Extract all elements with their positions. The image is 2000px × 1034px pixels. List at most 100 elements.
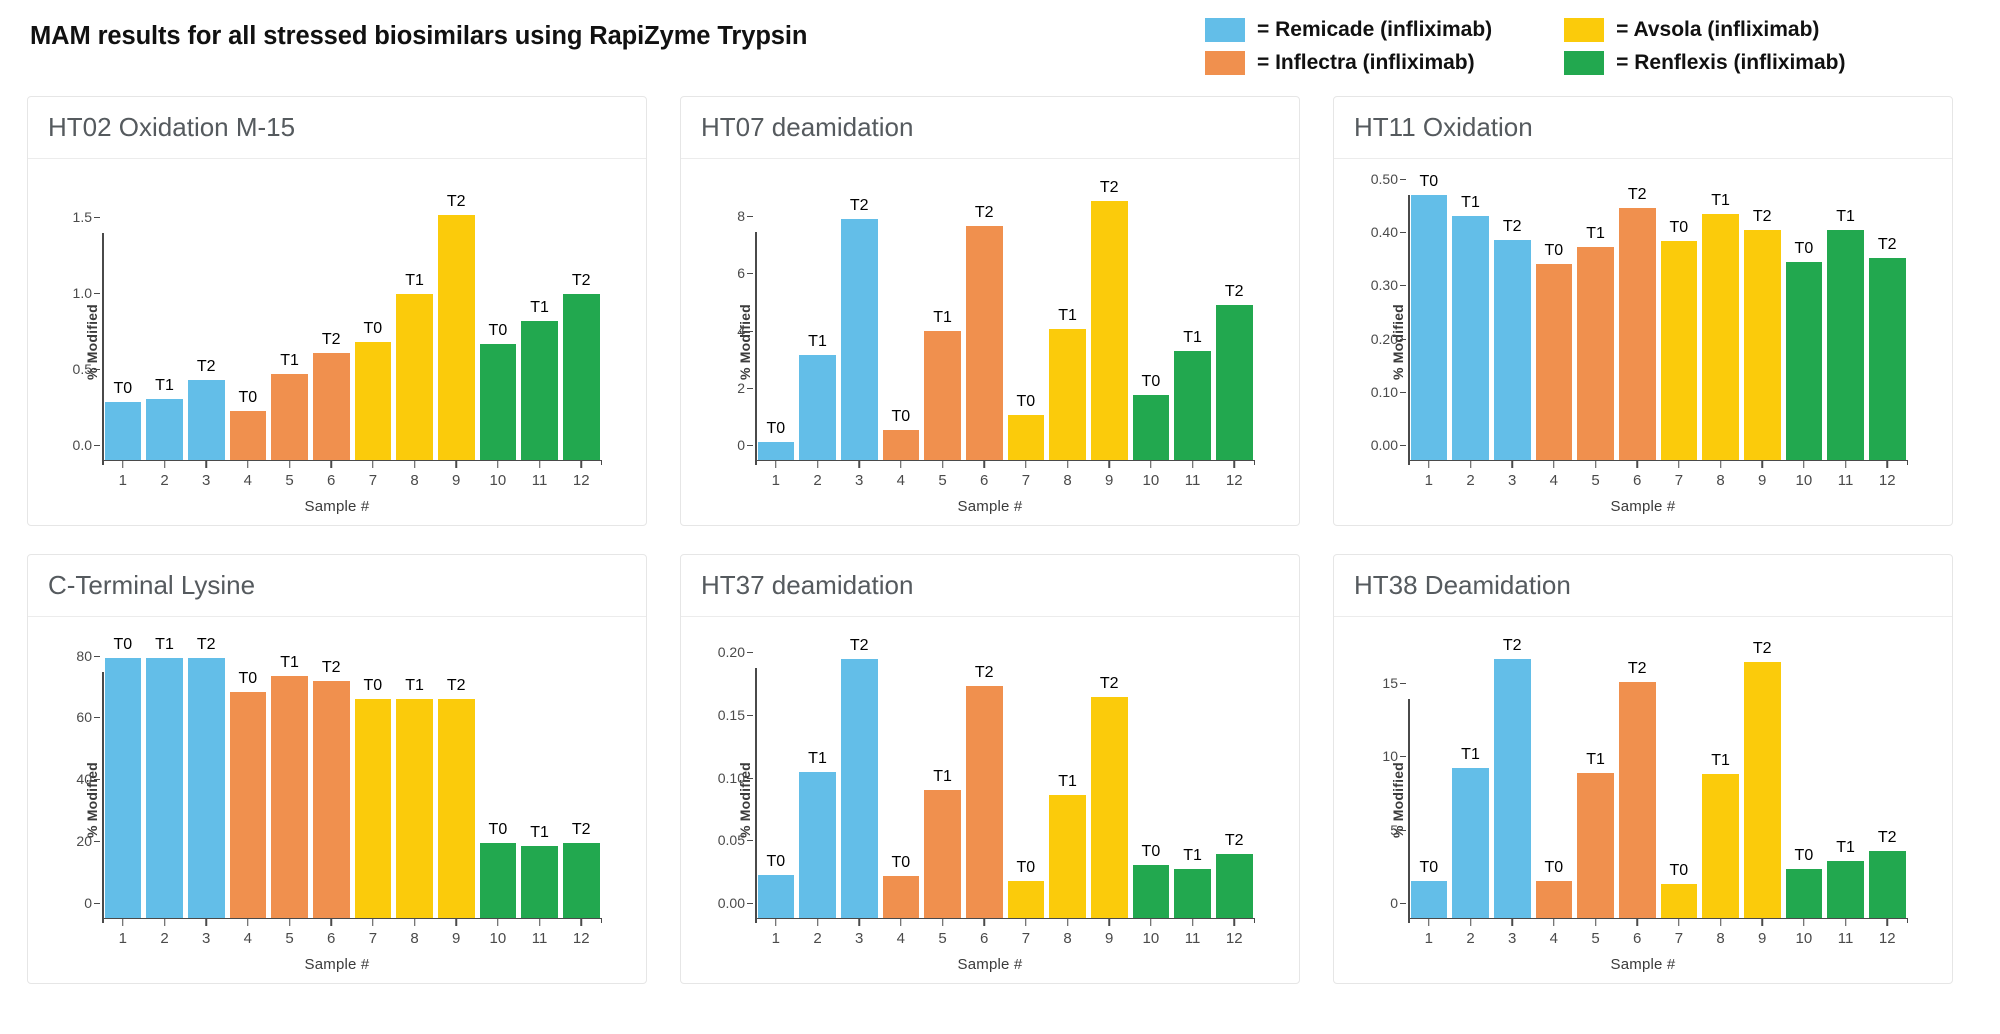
bar[interactable]	[1049, 794, 1086, 919]
bar[interactable]	[757, 442, 795, 461]
bar[interactable]	[146, 398, 183, 461]
y-tick-label: 10	[1382, 748, 1406, 765]
bar[interactable]	[1007, 415, 1045, 461]
bar-slot: T0	[1408, 653, 1450, 919]
bar[interactable]	[924, 789, 961, 919]
bar[interactable]	[354, 342, 392, 461]
bar[interactable]	[104, 401, 142, 461]
bar[interactable]	[924, 330, 961, 461]
x-tick: 10	[477, 461, 519, 489]
x-tick-mark	[1066, 461, 1069, 468]
bar[interactable]	[1049, 329, 1086, 461]
bar-slot: T0	[755, 195, 797, 461]
bar[interactable]	[562, 843, 600, 919]
x-tick-label: 8	[410, 930, 419, 947]
chart-body: % Modified Sample #0.00 0.05 0.10 0.15 0.20 T0…	[681, 617, 1299, 983]
bar[interactable]	[1410, 880, 1448, 919]
x-tick: 12	[560, 919, 602, 947]
bar[interactable]	[757, 875, 795, 919]
bar[interactable]	[1743, 661, 1781, 919]
x-tick-mark	[1191, 461, 1194, 468]
bar[interactable]	[1535, 880, 1573, 919]
bar[interactable]	[1743, 229, 1781, 461]
bar-value-label: T2	[1224, 283, 1244, 301]
bar[interactable]	[271, 374, 308, 461]
bar[interactable]	[187, 657, 225, 919]
y-tick-label: 0.5	[72, 361, 101, 377]
bar[interactable]	[1868, 258, 1906, 461]
bar[interactable]	[1660, 240, 1698, 461]
bar[interactable]	[1410, 195, 1448, 461]
bar[interactable]	[1174, 350, 1211, 461]
bar[interactable]	[882, 429, 920, 461]
x-tick-label: 1	[771, 472, 780, 489]
bar-slot: T0	[477, 653, 519, 919]
x-axis-ticks: 1 2 3 4 5 6 7 8 9 10 11 12	[1408, 919, 1908, 947]
bar[interactable]	[521, 846, 558, 919]
bar[interactable]	[840, 659, 878, 919]
bar[interactable]	[1827, 229, 1864, 461]
bar-value-label: T2	[571, 271, 591, 289]
bar[interactable]	[1007, 881, 1045, 919]
bar[interactable]	[229, 691, 267, 919]
bar[interactable]	[1702, 213, 1739, 461]
bar[interactable]	[1660, 883, 1698, 919]
bar[interactable]	[1132, 395, 1170, 461]
bar[interactable]	[882, 876, 920, 919]
bar[interactable]	[396, 699, 433, 919]
bar[interactable]	[1090, 696, 1128, 919]
legend-label-remicade: = Remicade (infliximab)	[1257, 18, 1493, 41]
bar[interactable]	[1618, 682, 1656, 919]
x-tick-mark	[941, 919, 944, 926]
bar[interactable]	[965, 226, 1003, 461]
bar[interactable]	[1868, 851, 1906, 919]
bar[interactable]	[1577, 772, 1614, 919]
bar[interactable]	[1215, 853, 1253, 919]
x-tick-label: 3	[202, 472, 211, 489]
bar[interactable]	[1785, 261, 1823, 461]
bar[interactable]	[312, 353, 350, 461]
bar[interactable]	[1618, 208, 1656, 461]
x-axis-label: Sample #	[957, 956, 1023, 973]
bar[interactable]	[437, 699, 475, 919]
bar[interactable]	[312, 680, 350, 919]
bar[interactable]	[104, 657, 142, 919]
bar[interactable]	[1493, 658, 1531, 919]
x-tick-label: 6	[980, 930, 989, 947]
y-tick-label: 2	[737, 379, 753, 396]
bar[interactable]	[271, 676, 308, 919]
bar[interactable]	[799, 355, 836, 461]
bar[interactable]	[1174, 868, 1211, 919]
bar[interactable]	[479, 343, 517, 461]
x-tick-label: 2	[1466, 930, 1475, 947]
bar[interactable]	[1535, 264, 1573, 461]
bar[interactable]	[1702, 773, 1739, 919]
bar[interactable]	[1452, 767, 1489, 919]
bar[interactable]	[521, 321, 558, 461]
bar[interactable]	[1215, 305, 1253, 461]
bar[interactable]	[479, 843, 517, 919]
bar[interactable]	[1090, 200, 1128, 461]
x-tick-label: 10	[489, 930, 507, 947]
bar[interactable]	[354, 699, 392, 919]
chart-legend: = Remicade (infliximab) = Avsola (inflixi…	[1205, 18, 1845, 75]
chart-card: HT37 deamidation% Modified Sample #0.00 0.…	[680, 554, 1300, 984]
bar[interactable]	[1785, 869, 1823, 919]
bar[interactable]	[1452, 216, 1489, 461]
bar-slot: T2	[1491, 195, 1533, 461]
bar[interactable]	[562, 293, 600, 461]
x-tick-label: 12	[572, 930, 590, 947]
x-tick-label: 7	[1021, 472, 1031, 489]
bar[interactable]	[799, 772, 836, 919]
bar[interactable]	[965, 685, 1003, 919]
x-tick: 4	[1533, 461, 1575, 489]
bar[interactable]	[229, 410, 267, 461]
bar[interactable]	[396, 293, 433, 461]
bar[interactable]	[1132, 865, 1170, 919]
bar[interactable]	[1493, 240, 1531, 461]
bar[interactable]	[1827, 860, 1864, 919]
bar[interactable]	[146, 657, 183, 919]
bar-chart: % Modified Sample #0 5 10 15 T0 T1 T2 T0 T1 T2 T0 T1…	[1334, 617, 1952, 983]
bar-slot: T1	[1575, 195, 1617, 461]
bar[interactable]	[1577, 247, 1614, 461]
